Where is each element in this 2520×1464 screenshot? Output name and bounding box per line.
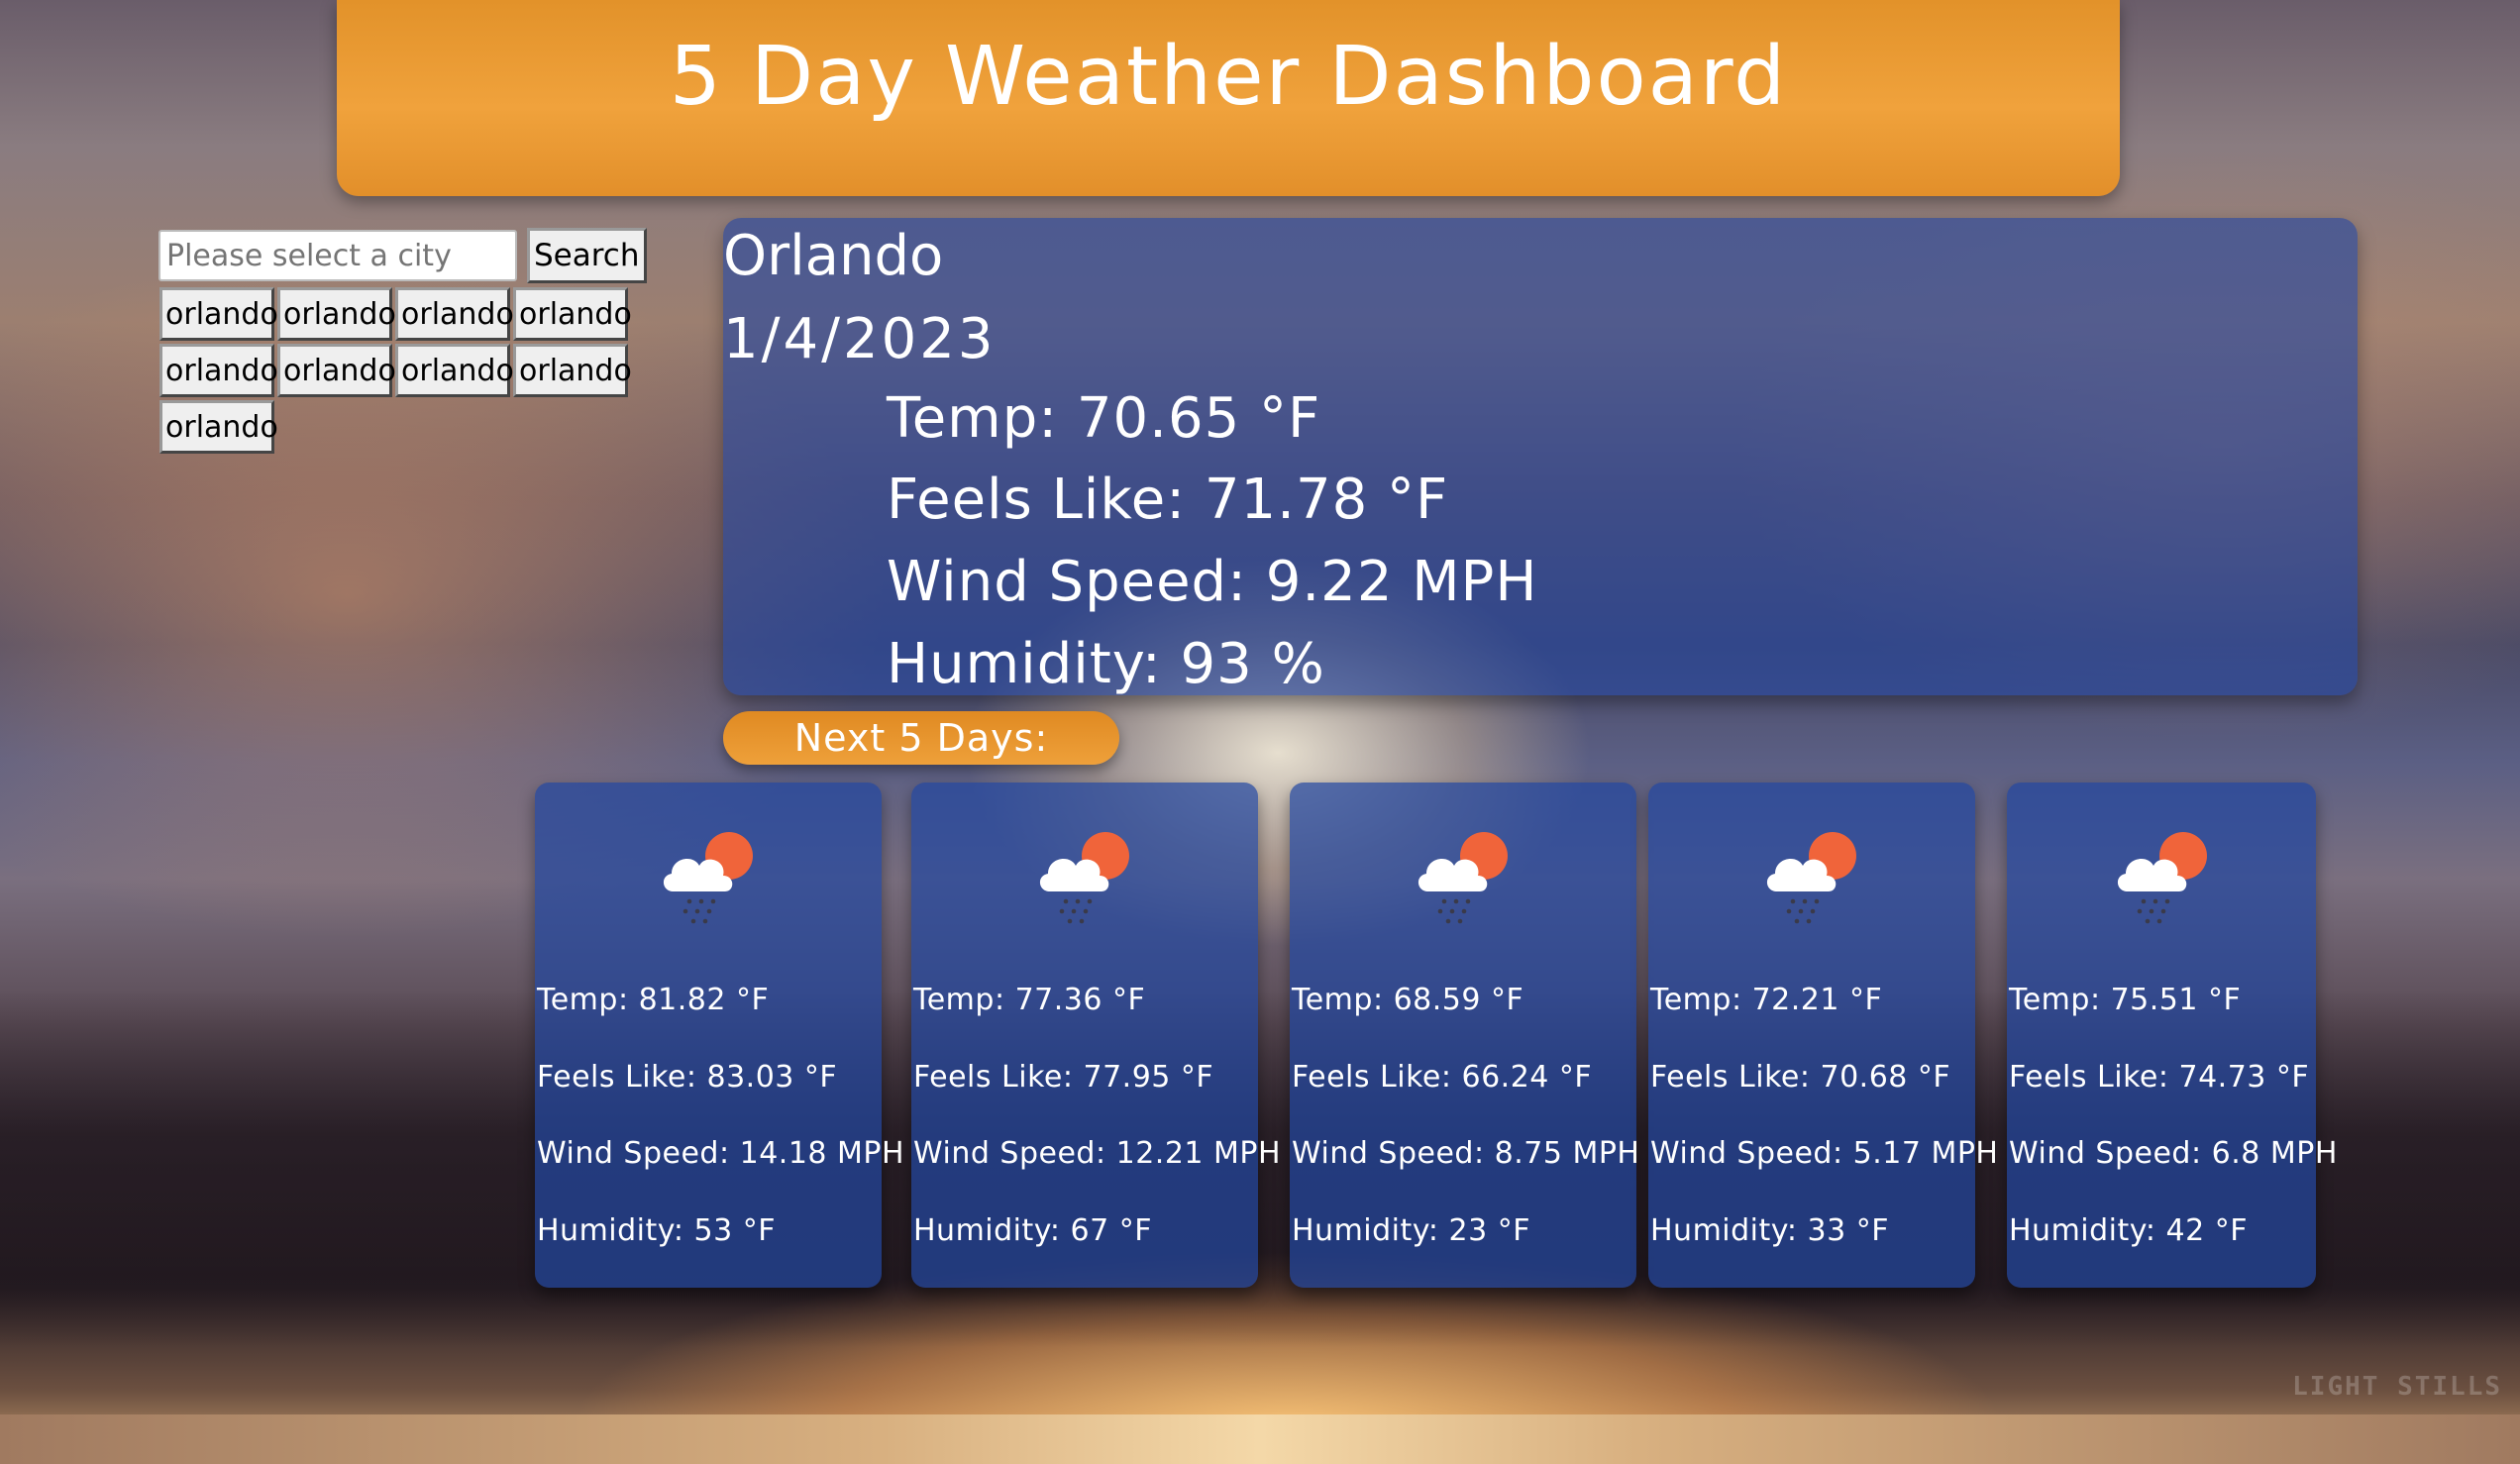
current-temp: Temp: 70.65 °F	[887, 386, 1321, 451]
partly-cloudy-rain-icon	[1766, 832, 1856, 924]
forecast-wind-speed: Wind Speed: 8.75 MPH	[1292, 1136, 1640, 1171]
search-history: orlando orlando orlando orlando orlando …	[158, 286, 634, 456]
forecast-feels-like: Feels Like: 66.24 °F	[1292, 1060, 1593, 1095]
forecast-wind-speed: Wind Speed: 14.18 MPH	[537, 1136, 905, 1171]
forecast-card: Temp: 81.82 °F Feels Like: 83.03 °F Wind…	[535, 783, 904, 1288]
history-city-button[interactable]: orlando	[159, 344, 278, 397]
history-city-button[interactable]: orlando	[513, 287, 632, 341]
forecast-card: Temp: 75.51 °F Feels Like: 74.73 °F Wind…	[2007, 783, 2337, 1288]
current-feels-like: Feels Like: 71.78 °F	[887, 468, 1449, 532]
forecast-wind-speed: Wind Speed: 12.21 MPH	[913, 1136, 1282, 1171]
forecast-feels-like: Feels Like: 74.73 °F	[2009, 1060, 2310, 1095]
page-header: 5 Day Weather Dashboard	[337, 0, 2120, 196]
current-wind-speed: Wind Speed: 9.22 MPH	[887, 550, 1538, 614]
partly-cloudy-rain-icon	[1039, 832, 1129, 924]
history-city-button[interactable]: orlando	[395, 344, 514, 397]
page-title: 5 Day Weather Dashboard	[669, 29, 1788, 124]
history-city-button[interactable]: orlando	[395, 287, 514, 341]
current-humidity: Humidity: 93 %	[887, 632, 1325, 695]
page: LIGHT STILLS 5 Day Weather Dashboard Sea…	[0, 0, 2520, 1464]
partly-cloudy-rain-icon	[2117, 832, 2207, 924]
city-search-input[interactable]	[158, 230, 517, 281]
forecast-temp: Temp: 75.51 °F	[2009, 983, 2242, 1017]
forecast-wind-speed: Wind Speed: 5.17 MPH	[1650, 1136, 1999, 1171]
forecast-feels-like: Feels Like: 77.95 °F	[913, 1060, 1214, 1095]
current-city: Orlando	[723, 224, 944, 288]
current-weather-panel: Orlando 1/4/2023 Temp: 70.65 °F Feels Li…	[723, 218, 2358, 695]
forecast-card: Temp: 68.59 °F Feels Like: 66.24 °F Wind…	[1290, 783, 1640, 1288]
history-city-button[interactable]: orlando	[513, 344, 632, 397]
forecast-humidity: Humidity: 42 °F	[2009, 1213, 2248, 1248]
forecast-humidity: Humidity: 23 °F	[1292, 1213, 1530, 1248]
search-button[interactable]: Search	[527, 228, 647, 283]
forecast-humidity: Humidity: 67 °F	[913, 1213, 1152, 1248]
forecast-feels-like: Feels Like: 83.03 °F	[537, 1060, 838, 1095]
forecast-temp: Temp: 72.21 °F	[1650, 983, 1883, 1017]
forecast-card: Temp: 72.21 °F Feels Like: 70.68 °F Wind…	[1648, 783, 1998, 1288]
background-strip	[0, 1414, 2520, 1464]
forecast-humidity: Humidity: 53 °F	[537, 1213, 776, 1248]
next-5-days-label: Next 5 Days:	[723, 711, 1119, 765]
watermark: LIGHT STILLS	[2292, 1372, 2502, 1402]
history-city-button[interactable]: orlando	[159, 287, 278, 341]
forecast-feels-like: Feels Like: 70.68 °F	[1650, 1060, 1951, 1095]
partly-cloudy-rain-icon	[1418, 832, 1508, 924]
history-city-button[interactable]: orlando	[277, 344, 396, 397]
forecast-temp: Temp: 68.59 °F	[1292, 983, 1524, 1017]
forecast-humidity: Humidity: 33 °F	[1650, 1213, 1889, 1248]
current-date: 1/4/2023	[723, 307, 997, 371]
search-bar: Search	[158, 228, 647, 283]
forecast-wind-speed: Wind Speed: 6.8 MPH	[2009, 1136, 2338, 1171]
forecast-temp: Temp: 77.36 °F	[913, 983, 1146, 1017]
partly-cloudy-rain-icon	[663, 832, 753, 924]
forecast-temp: Temp: 81.82 °F	[537, 983, 770, 1017]
history-city-button[interactable]: orlando	[159, 400, 278, 454]
forecast-card: Temp: 77.36 °F Feels Like: 77.95 °F Wind…	[911, 783, 1281, 1288]
history-city-button[interactable]: orlando	[277, 287, 396, 341]
